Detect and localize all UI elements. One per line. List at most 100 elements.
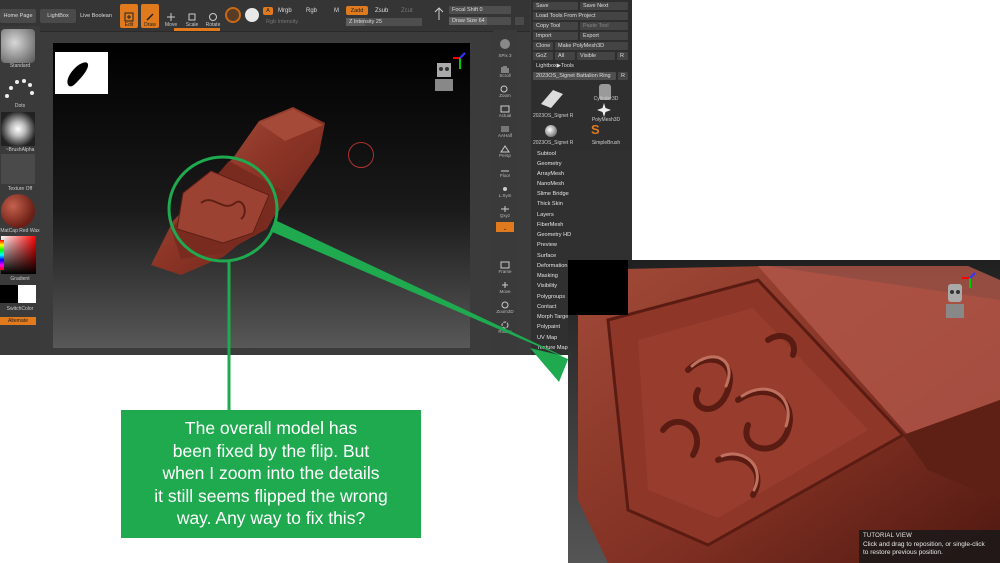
move-button[interactable]: Move bbox=[162, 4, 180, 28]
submenu-contact[interactable]: Contact bbox=[537, 304, 556, 310]
actual-button[interactable]: Actual bbox=[496, 102, 514, 118]
submenu-subtool[interactable]: Subtool bbox=[537, 151, 556, 157]
main-color-swatch[interactable] bbox=[0, 285, 18, 303]
dynamic-button[interactable] bbox=[515, 17, 524, 25]
focal-shift-slider[interactable]: Focal Shift 0 bbox=[449, 6, 511, 14]
submenu-masking[interactable]: Masking bbox=[537, 273, 558, 279]
submenu-geometry[interactable]: Geometry bbox=[537, 161, 562, 167]
mrgb-button[interactable]: Mrgb bbox=[278, 8, 292, 14]
submenu-slime-bridge[interactable]: Slime Bridge bbox=[537, 191, 569, 197]
left-shelf: Standard Dots ~BrushAlpha Texture Off Ma… bbox=[0, 26, 40, 355]
aahalf-label: AAHalf bbox=[497, 133, 512, 138]
submenu-morph-target[interactable]: Morph Target bbox=[537, 314, 570, 320]
r-button-2[interactable]: R bbox=[618, 72, 628, 80]
aahalf-button[interactable]: AAHalf bbox=[496, 122, 514, 138]
m-button[interactable]: M bbox=[334, 8, 339, 14]
canvas-viewport[interactable] bbox=[53, 43, 470, 348]
local-button[interactable]: L.Sym bbox=[496, 182, 514, 198]
submenu-visibility[interactable]: Visibility bbox=[537, 283, 557, 289]
z-intensity-slider[interactable]: Z Intensity 25 bbox=[346, 18, 422, 26]
lightbox-button[interactable]: LightBox bbox=[40, 9, 76, 23]
current-tool-slider[interactable]: 2023OS_Signet Battalion Ring bbox=[533, 72, 616, 80]
move-view-button[interactable]: Move bbox=[496, 278, 514, 294]
import-button[interactable]: Import bbox=[533, 32, 578, 40]
rotate-button[interactable]: Rotate bbox=[204, 4, 222, 28]
zoom3d-icon bbox=[501, 301, 509, 309]
save-button[interactable]: Save bbox=[533, 2, 578, 10]
submenu-texture-map[interactable]: Texture Map bbox=[537, 345, 568, 351]
home-page-button[interactable]: Home Page bbox=[0, 9, 36, 23]
secondary-color-swatch[interactable] bbox=[18, 285, 36, 303]
material-icon[interactable] bbox=[1, 194, 35, 228]
load-tools-from-project-button[interactable]: Load Tools From Project bbox=[533, 12, 628, 20]
a-toggle[interactable]: A bbox=[263, 7, 273, 15]
spix-button[interactable]: SPix 3 bbox=[496, 50, 514, 58]
material-sphere-icon[interactable] bbox=[225, 7, 241, 23]
zcut-button[interactable]: Zcut bbox=[401, 8, 413, 14]
zoom-button[interactable]: Zoom bbox=[496, 82, 514, 98]
floor-button[interactable]: Floor bbox=[496, 162, 514, 178]
make-polymesh-button[interactable]: Make PolyMesh3D bbox=[555, 42, 628, 50]
brush-label: Standard bbox=[9, 63, 31, 69]
xyz-button[interactable]: Qxyz bbox=[496, 202, 514, 218]
submenu-thick-skin[interactable]: Thick Skin bbox=[537, 201, 563, 207]
zadd-button[interactable]: Zadd bbox=[346, 6, 368, 15]
edit-button[interactable]: Edit bbox=[120, 4, 138, 28]
scroll-button[interactable]: Scroll bbox=[496, 62, 514, 78]
r-button[interactable]: R bbox=[617, 52, 628, 60]
thumb-label-2: Cylinder3D bbox=[593, 96, 619, 102]
submenu-preview[interactable]: Preview bbox=[537, 242, 557, 248]
rgb-button[interactable]: Rgb bbox=[306, 8, 317, 14]
simplebrush-icon[interactable]: S bbox=[591, 123, 605, 137]
color-sphere-icon[interactable] bbox=[245, 8, 259, 22]
rgb-intensity-slider[interactable]: Rgb Intensity bbox=[263, 18, 343, 26]
lightbox-tools-button[interactable]: Lightbox▶Tools bbox=[533, 62, 628, 70]
alpha-icon[interactable] bbox=[1, 112, 35, 146]
scale-icon bbox=[188, 13, 196, 21]
live-boolean-button[interactable]: Live Boolean bbox=[78, 9, 114, 23]
submenu-polypaint[interactable]: Polypaint bbox=[537, 324, 560, 330]
alternate-button[interactable]: Alternate bbox=[0, 317, 36, 325]
draw-button[interactable]: Draw bbox=[141, 4, 159, 28]
submenu-fibermesh[interactable]: FiberMesh bbox=[537, 222, 563, 228]
texture-icon[interactable] bbox=[1, 154, 35, 184]
visible-button[interactable]: Visible bbox=[577, 52, 615, 60]
export-button[interactable]: Export bbox=[580, 32, 628, 40]
color-picker[interactable] bbox=[1, 236, 36, 274]
stroke-icon[interactable] bbox=[3, 74, 35, 102]
zoom3d-button[interactable]: Zoom3D bbox=[496, 298, 514, 314]
bpr-button[interactable] bbox=[496, 32, 514, 50]
switch-color-label[interactable]: SwitchColor bbox=[0, 306, 40, 312]
focal-draw-toggle-icon[interactable] bbox=[432, 6, 446, 22]
frame-button[interactable]: Frame bbox=[496, 258, 514, 274]
floor-label: Floor bbox=[499, 173, 511, 178]
rotate-view-icon bbox=[501, 321, 509, 329]
all-button[interactable]: All bbox=[555, 52, 575, 60]
paste-tool-button[interactable]: Paste Tool bbox=[580, 22, 628, 30]
xyz-active-toggle[interactable]: • bbox=[496, 222, 514, 232]
hue-strip[interactable] bbox=[0, 240, 4, 270]
scale-button[interactable]: Scale bbox=[183, 4, 201, 28]
submenu-polygroups[interactable]: Polygroups bbox=[537, 294, 565, 300]
submenu-arraymesh[interactable]: ArrayMesh bbox=[537, 171, 564, 177]
tutorial-view-tooltip[interactable]: TUTORIAL VIEW Click and drag to repositi… bbox=[859, 530, 1000, 563]
rotate-view-button[interactable]: Rotate bbox=[496, 318, 514, 334]
copy-tool-button[interactable]: Copy Tool bbox=[533, 22, 578, 30]
zsub-button[interactable]: Zsub bbox=[375, 8, 388, 14]
submenu-geometry-hd[interactable]: Geometry HD bbox=[537, 232, 571, 238]
material-label: MatCap Red Wax bbox=[0, 228, 40, 234]
submenu-deformation[interactable]: Deformation bbox=[537, 263, 567, 269]
submenu-layers[interactable]: Layers bbox=[537, 212, 554, 218]
clone-button[interactable]: Clone bbox=[533, 42, 553, 50]
tool-thumb-signet[interactable] bbox=[535, 84, 569, 110]
brush-icon[interactable] bbox=[1, 29, 35, 63]
persp-button[interactable]: Persp bbox=[496, 142, 514, 158]
draw-size-slider[interactable]: Draw Size 64 bbox=[449, 17, 511, 25]
submenu-surface[interactable]: Surface bbox=[537, 253, 556, 259]
submenu-uv-map[interactable]: UV Map bbox=[537, 335, 557, 341]
save-next-button[interactable]: Save Next bbox=[580, 2, 628, 10]
submenu-nanomesh[interactable]: NanoMesh bbox=[537, 181, 564, 187]
polymesh-star-icon[interactable] bbox=[597, 103, 611, 117]
signet-sphere-icon[interactable] bbox=[545, 125, 557, 137]
goz-button[interactable]: GoZ bbox=[533, 52, 553, 60]
